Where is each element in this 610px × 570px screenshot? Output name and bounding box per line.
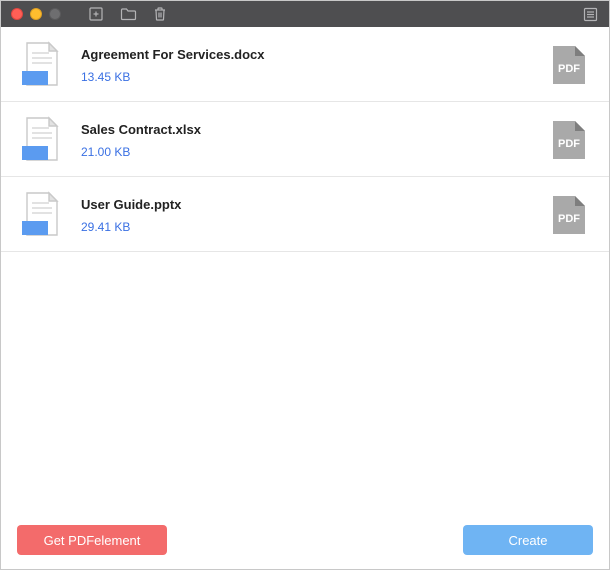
file-name: User Guide.pptx <box>81 197 533 212</box>
pdf-output-icon: PDF <box>551 44 587 86</box>
svg-text:PDF: PDF <box>558 213 580 225</box>
add-file-icon[interactable] <box>87 5 105 23</box>
footer: Get PDFelement Create <box>1 515 609 569</box>
maximize-window-button[interactable] <box>49 8 61 20</box>
pdf-output-icon: PDF <box>551 194 587 236</box>
app-window: Agreement For Services.docx 13.45 KB PDF <box>0 0 610 570</box>
list-view-icon[interactable] <box>581 5 599 23</box>
file-meta: Agreement For Services.docx 13.45 KB <box>81 47 533 84</box>
svg-text:PDF: PDF <box>558 138 580 150</box>
file-size: 13.45 KB <box>81 70 533 84</box>
file-name: Sales Contract.xlsx <box>81 122 533 137</box>
create-button[interactable]: Create <box>463 525 593 555</box>
trash-icon[interactable] <box>151 5 169 23</box>
minimize-window-button[interactable] <box>30 8 42 20</box>
titlebar <box>1 1 609 27</box>
document-icon <box>21 41 63 89</box>
file-list: Agreement For Services.docx 13.45 KB PDF <box>1 27 609 515</box>
svg-text:PDF: PDF <box>558 63 580 75</box>
open-folder-icon[interactable] <box>119 5 137 23</box>
file-size: 29.41 KB <box>81 220 533 234</box>
file-size: 21.00 KB <box>81 145 533 159</box>
file-row[interactable]: Agreement For Services.docx 13.45 KB PDF <box>1 27 609 102</box>
toolbar-icons <box>87 5 169 23</box>
file-name: Agreement For Services.docx <box>81 47 533 62</box>
close-window-button[interactable] <box>11 8 23 20</box>
file-row[interactable]: Sales Contract.xlsx 21.00 KB PDF <box>1 102 609 177</box>
pdf-output-icon: PDF <box>551 119 587 161</box>
file-row[interactable]: User Guide.pptx 29.41 KB PDF <box>1 177 609 252</box>
get-pdfelement-button[interactable]: Get PDFelement <box>17 525 167 555</box>
document-icon <box>21 191 63 239</box>
file-meta: User Guide.pptx 29.41 KB <box>81 197 533 234</box>
document-icon <box>21 116 63 164</box>
file-meta: Sales Contract.xlsx 21.00 KB <box>81 122 533 159</box>
window-controls <box>11 8 61 20</box>
